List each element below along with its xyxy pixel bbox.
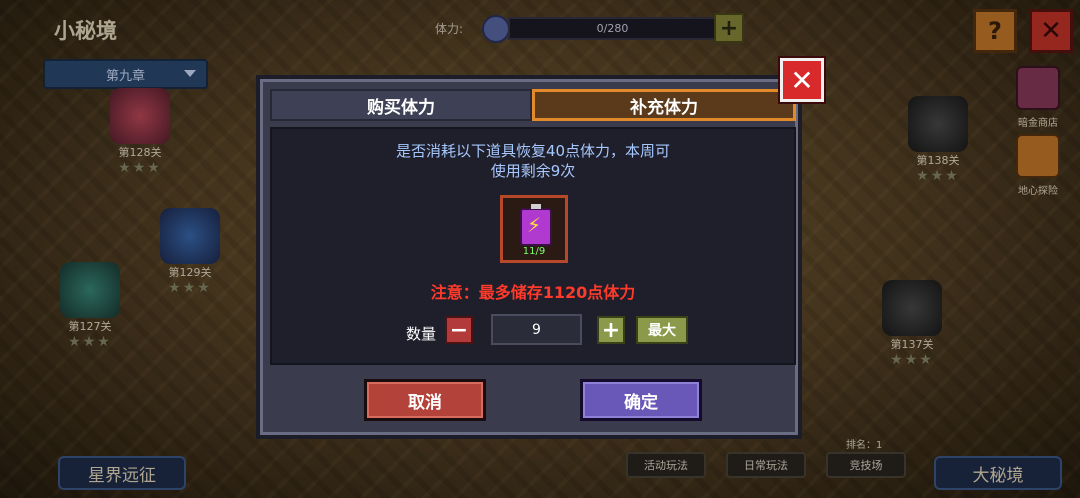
dialog-panel: 是否消耗以下道具恢复40点体力，本周可 使用剩余9次 ⚡ 11/9 注意：最多储… bbox=[270, 127, 796, 365]
battery-icon: ⚡ bbox=[520, 204, 552, 246]
dialog-close-button[interactable]: ✕ bbox=[780, 58, 824, 102]
message-line-1: 是否消耗以下道具恢复40点体力，本周可 bbox=[395, 142, 671, 160]
quantity-input[interactable]: 9 bbox=[491, 314, 582, 345]
dialog-tabs: 购买体力 补充体力 bbox=[270, 89, 796, 121]
refill-message: 是否消耗以下道具恢复40点体力，本周可 使用剩余9次 bbox=[272, 141, 794, 181]
max-quantity-button[interactable]: 最大 bbox=[636, 316, 688, 344]
cancel-button[interactable]: 取消 bbox=[364, 379, 486, 421]
tab-refill-stamina[interactable]: 补充体力 bbox=[532, 89, 796, 121]
quantity-label: 数量 bbox=[406, 325, 437, 343]
confirm-button[interactable]: 确定 bbox=[580, 379, 702, 421]
message-line-2: 使用剩余9次 bbox=[490, 162, 576, 180]
item-count: 11/9 bbox=[522, 246, 546, 257]
stamina-dialog: 购买体力 补充体力 是否消耗以下道具恢复40点体力，本周可 使用剩余9次 ⚡ 1… bbox=[256, 75, 802, 439]
increase-quantity-button[interactable]: + bbox=[597, 316, 625, 344]
tab-buy-stamina[interactable]: 购买体力 bbox=[270, 89, 532, 121]
stamina-item-slot[interactable]: ⚡ 11/9 bbox=[500, 195, 568, 263]
storage-warning: 注意：最多储存1120点体力 bbox=[430, 283, 636, 302]
decrease-quantity-button[interactable]: − bbox=[445, 316, 473, 344]
lightning-icon: ⚡ bbox=[527, 213, 542, 237]
